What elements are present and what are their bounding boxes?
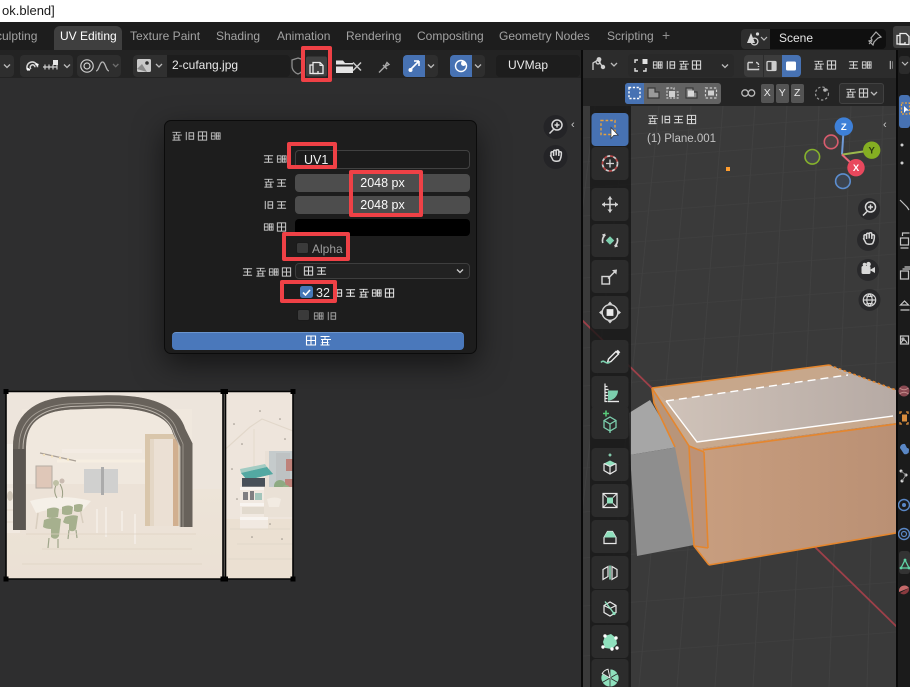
svg-text:X: X xyxy=(853,163,860,174)
svg-text:‹: ‹ xyxy=(883,119,887,131)
svg-text:Z: Z xyxy=(841,122,847,133)
svg-text:Y: Y xyxy=(869,146,876,157)
svg-text:(1) Plane.001: (1) Plane.001 xyxy=(647,133,716,145)
